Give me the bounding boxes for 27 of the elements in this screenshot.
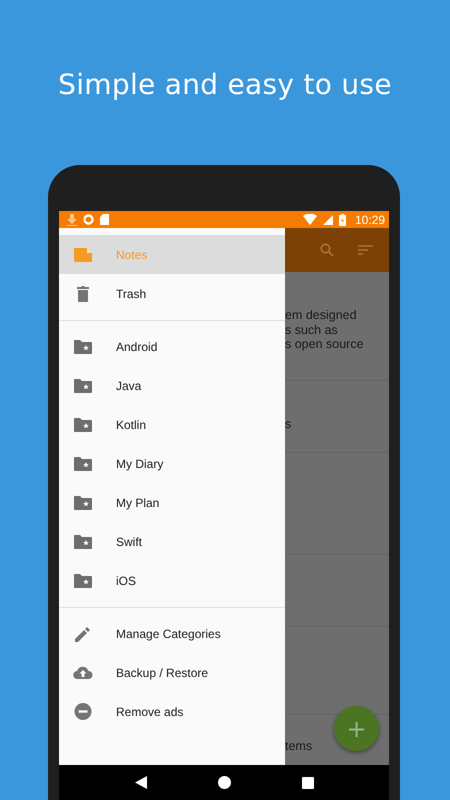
home-icon[interactable] xyxy=(218,776,230,789)
note-preview-text: s open source xyxy=(285,337,364,352)
back-icon[interactable] xyxy=(134,776,146,789)
clock-time: 10:29 xyxy=(354,212,385,226)
circle-icon xyxy=(83,214,94,225)
sd-card-icon xyxy=(100,214,109,225)
drawer-item[interactable]: Java xyxy=(59,366,285,405)
note-preview-text: s such as xyxy=(285,322,338,337)
drawer-item[interactable]: Trash xyxy=(59,274,285,313)
drawer-item[interactable]: Manage Categories xyxy=(59,614,285,653)
signal-icon xyxy=(322,214,333,224)
wifi-icon xyxy=(302,214,317,225)
drawer-item[interactable]: Swift xyxy=(59,522,285,561)
drawer-item[interactable]: iOS xyxy=(59,561,285,600)
drawer-item[interactable]: Remove ads xyxy=(59,692,285,731)
drawer-item[interactable]: Backup / Restore xyxy=(59,653,285,692)
drawer-item[interactable]: Android xyxy=(59,327,285,366)
note-preview-text: em designed xyxy=(285,308,357,322)
note-preview-text: s xyxy=(285,417,292,432)
drawer-item[interactable]: My Diary xyxy=(59,444,285,483)
note-preview-text: tems xyxy=(285,739,312,754)
headline: Simple and easy to use xyxy=(58,68,392,103)
download-icon xyxy=(67,214,77,226)
drawer-item[interactable]: My Plan xyxy=(59,483,285,522)
battery-icon xyxy=(338,214,346,226)
drawer-item[interactable]: Kotlin xyxy=(59,405,285,444)
recents-icon[interactable] xyxy=(302,776,314,788)
